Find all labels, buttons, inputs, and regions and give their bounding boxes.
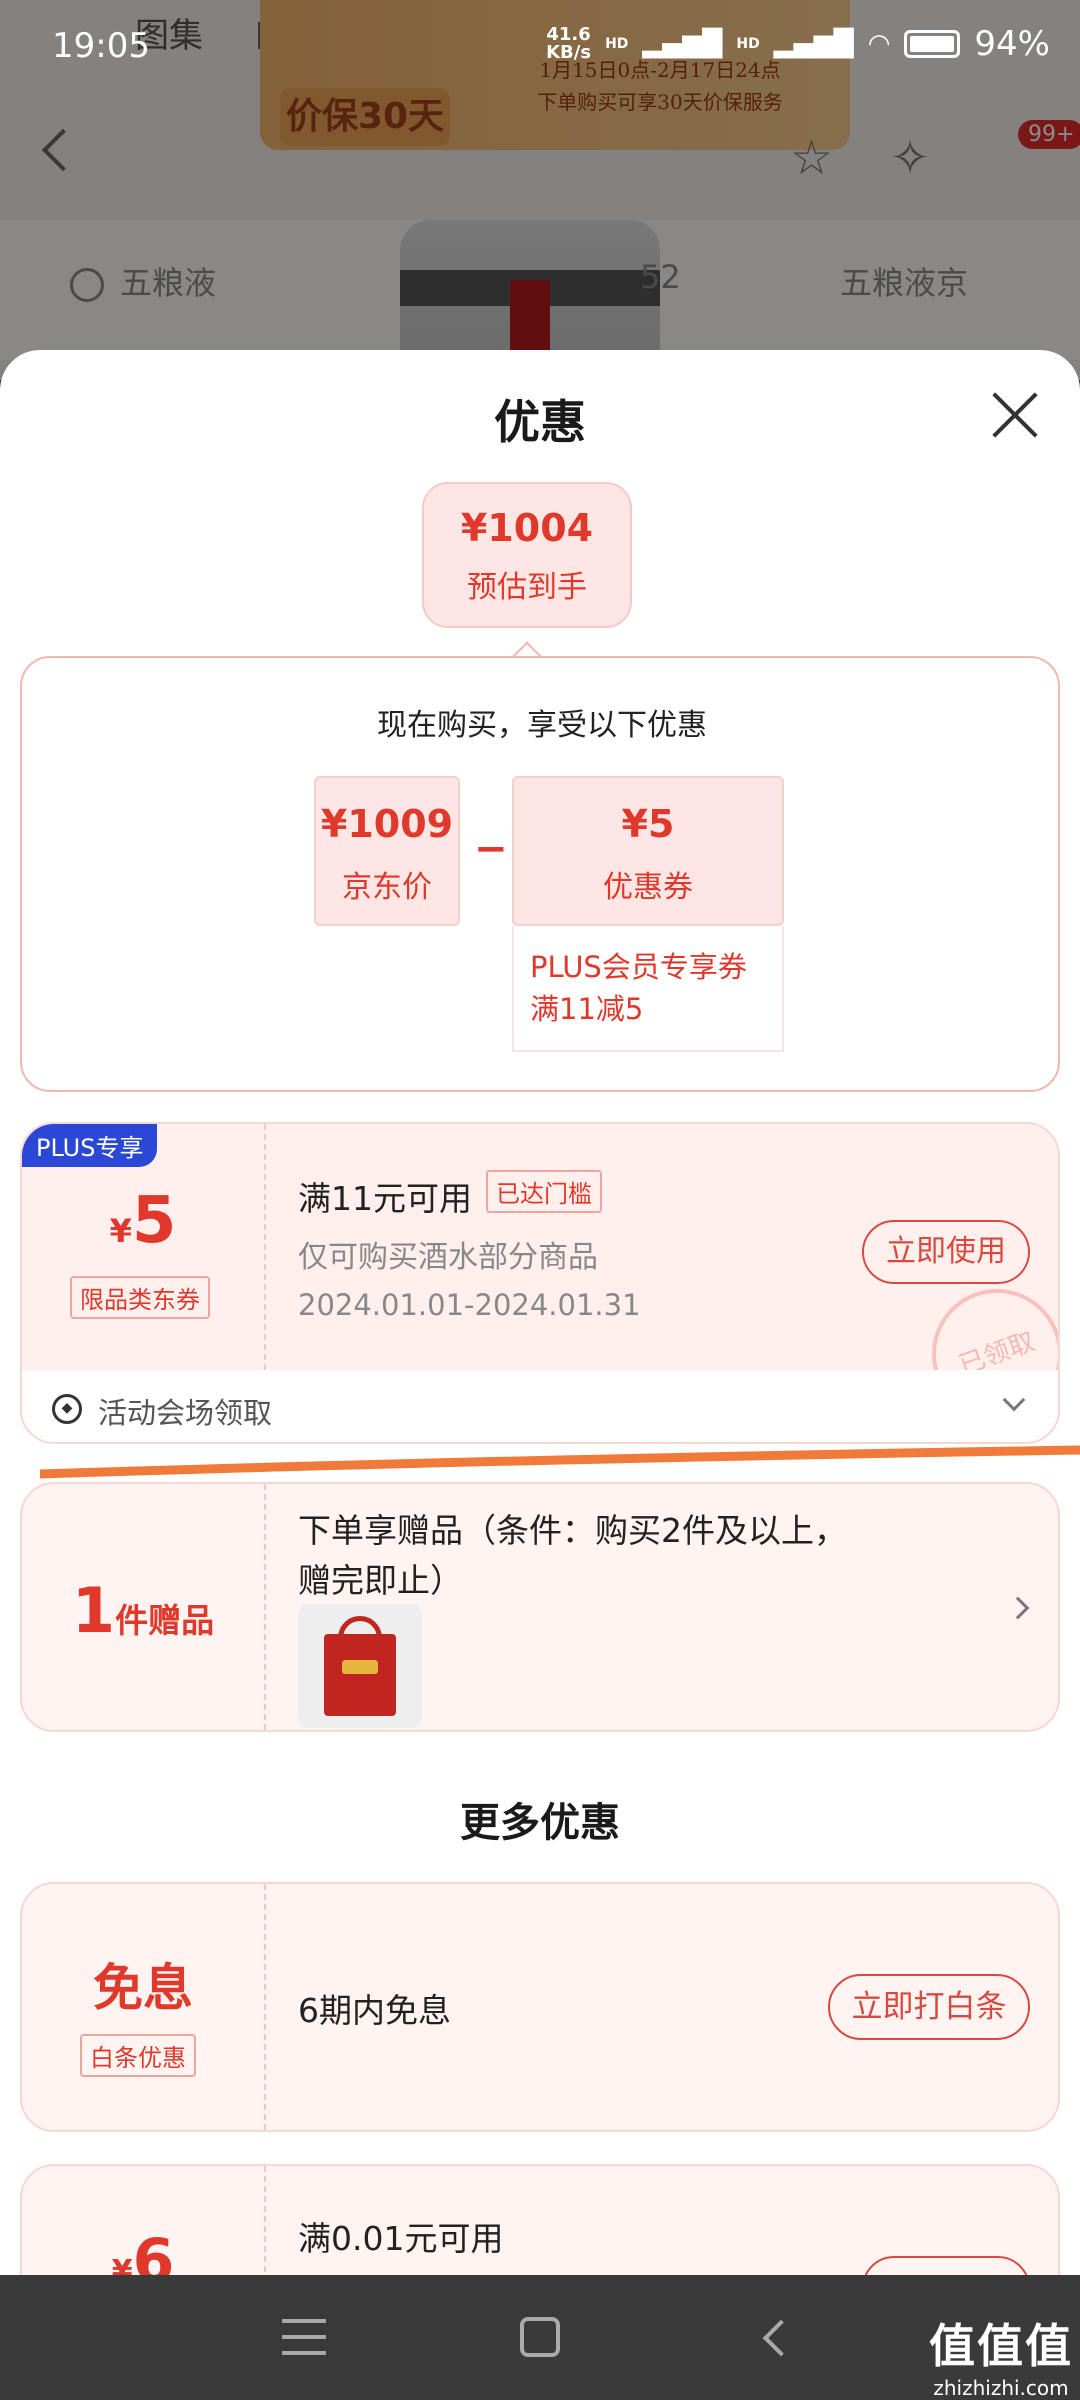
coupon-card-body: PLUS专享 ¥5 限品类东券 满11元可用 已达门槛 仅可购买酒水部分商品 2…: [22, 1124, 1058, 1438]
hd-tag-2: HD: [736, 36, 760, 52]
site-watermark: 值值值 zhizhizhi.com: [926, 2310, 1076, 2400]
coupon-card-2: ¥6 满0.01元可用: [20, 2164, 1060, 2275]
home-icon[interactable]: [520, 2317, 560, 2357]
wifi-icon: ◠: [867, 29, 891, 59]
use-now-button[interactable]: 立即使用: [862, 1220, 1030, 1284]
gift-count-number: 1: [71, 1574, 116, 1647]
discount-sheet: 优惠 ¥1004 预估到手 现在购买，享受以下优惠 ¥1009 京东价 − ¥5…: [0, 350, 1080, 2275]
gift-card[interactable]: 1件赠品 下单享赠品（条件：购买2件及以上，赠完即止）: [20, 1482, 1060, 1732]
coupon2-currency: ¥: [111, 2254, 133, 2275]
net-speed-unit: KB/s: [546, 42, 592, 63]
interest-free-card: 免息 白条优惠 6期内免息 立即打白条: [20, 1882, 1060, 2132]
estimated-label: 预估到手: [467, 570, 587, 605]
coupon-value: ¥5: [22, 1184, 264, 1258]
net-speed: 41.6 KB/s: [546, 26, 591, 62]
jd-price-amount: ¥1009: [320, 802, 454, 846]
coupon-desc-line-2: 满11减5: [530, 992, 644, 1026]
coupon-source-text: 活动会场领取: [98, 1396, 273, 1430]
menu-icon[interactable]: [282, 2319, 326, 2355]
coupon2-value-number: 6: [132, 2226, 175, 2275]
coupon-source-row[interactable]: ◆ 活动会场领取: [22, 1370, 1058, 1442]
coupon2-condition: 满0.01元可用: [298, 2219, 504, 2258]
coupon-desc-line-1: PLUS会员专享券: [530, 950, 747, 984]
back-icon[interactable]: [762, 2319, 800, 2357]
estimated-amount: ¥1004: [460, 506, 594, 550]
hd-tag-1: HD: [605, 36, 629, 52]
minus-sign: −: [474, 826, 508, 872]
jd-price-card: ¥1009 京东价: [314, 776, 460, 926]
battery-icon: [904, 30, 961, 58]
coupon-scope: 仅可购买酒水部分商品: [298, 1240, 598, 1275]
breakdown-heading: 现在购买，享受以下优惠: [377, 708, 707, 743]
status-bar: 19:05 41.6 KB/s HD ▂▄▆█ HD ▂▄▆█ ◠ 94%: [0, 0, 1080, 90]
coupon2-button[interactable]: [862, 2256, 1030, 2275]
chevron-down-icon[interactable]: [1002, 1388, 1026, 1412]
coupon2-value: ¥6: [22, 2226, 264, 2275]
gift-title: 下单享赠品（条件：购买2件及以上，赠完即止）: [298, 1511, 847, 1600]
status-icons: 41.6 KB/s HD ▂▄▆█ HD ▂▄▆█ ◠ 94%: [546, 24, 1050, 64]
signal-icon-2: ▂▄▆█: [773, 29, 854, 59]
close-icon[interactable]: [990, 390, 1040, 440]
orange-highlight-stroke: [40, 1445, 1080, 1479]
status-time: 19:05: [52, 26, 150, 66]
coupon-condition: 满11元可用: [298, 1179, 472, 1218]
interest-free-label: 免息: [93, 1959, 193, 2017]
jd-price-label: 京东价: [342, 870, 432, 905]
watermark-url: zhizhizhi.com: [933, 2376, 1069, 2400]
coupon-label: 优惠券: [603, 870, 693, 905]
gift-bag-image[interactable]: [298, 1604, 422, 1728]
baitiao-tag: 白条优惠: [80, 2034, 196, 2077]
signal-icon-1: ▂▄▆█: [642, 29, 723, 59]
interest-free-text: 6期内免息: [298, 1991, 451, 2030]
estimated-price-box: ¥1004 预估到手: [422, 482, 632, 628]
battery-level: 94%: [974, 24, 1050, 64]
coupon-type-tag: 限品类东券: [70, 1276, 210, 1319]
chevron-right-icon[interactable]: [1006, 1596, 1030, 1620]
watermark-logo: 值值值: [929, 2319, 1073, 2373]
plus-coupon-card: PLUS专享 ¥5 限品类东券 满11元可用 已达门槛 仅可购买酒水部分商品 2…: [20, 1122, 1060, 1444]
system-nav-bar: [0, 2275, 1080, 2400]
coupon-description: PLUS会员专享券 满11减5: [512, 926, 784, 1052]
plus-exclusive-tag: PLUS专享: [22, 1124, 158, 1167]
threshold-reached-tag: 已达门槛: [486, 1170, 602, 1213]
coupon-price-card: ¥5 优惠券: [512, 776, 784, 926]
gift-count: 1件赠品: [22, 1574, 264, 1647]
coupon-currency: ¥: [109, 1212, 132, 1250]
gift-count-unit: 件赠品: [115, 1601, 215, 1640]
more-offers-title: 更多优惠: [460, 1800, 620, 1846]
sheet-title: 优惠: [494, 395, 586, 449]
source-icon: ◆: [52, 1394, 82, 1424]
use-baitiao-button[interactable]: 立即打白条: [828, 1974, 1030, 2040]
coupon-validity-dates: 2024.01.01-2024.01.31: [298, 1288, 641, 1322]
coupon-value-number: 5: [131, 1184, 177, 1258]
coupon-amount: ¥5: [621, 802, 675, 846]
price-breakdown: 现在购买，享受以下优惠 ¥1009 京东价 − ¥5 优惠券 PLUS会员专享券…: [20, 656, 1060, 1092]
